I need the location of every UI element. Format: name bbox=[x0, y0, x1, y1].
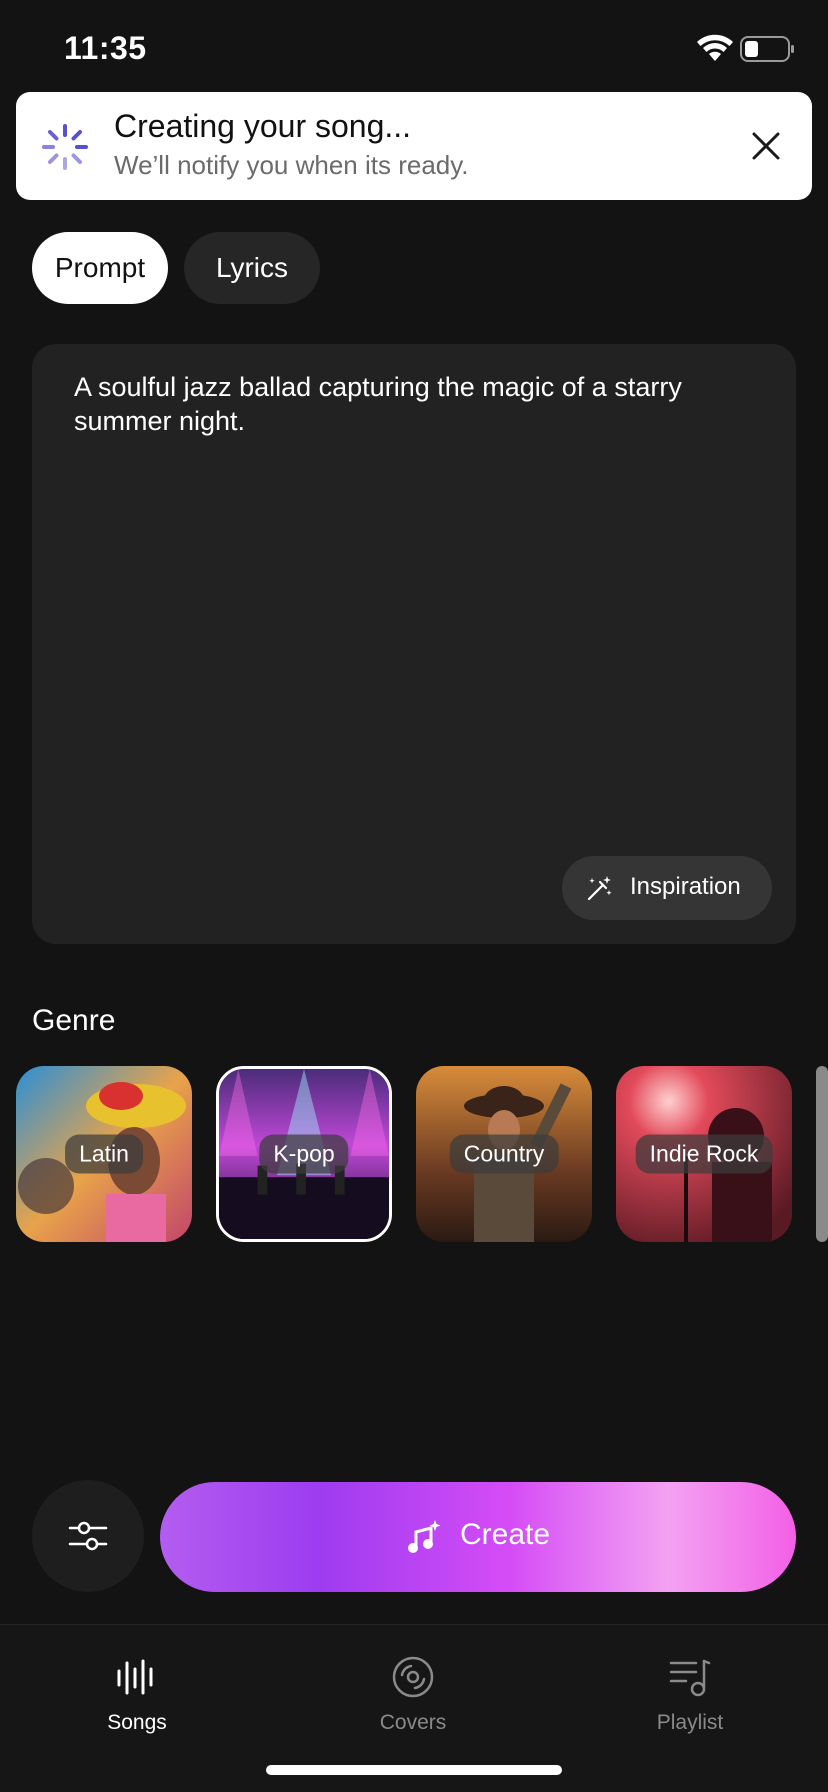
genre-label: Latin bbox=[65, 1134, 143, 1174]
nav-label: Playlist bbox=[656, 1711, 724, 1734]
create-label: Create bbox=[460, 1518, 551, 1551]
disc-icon bbox=[392, 1656, 434, 1698]
genre-section-title: Genre bbox=[32, 1004, 116, 1037]
genre-partial-image bbox=[816, 1066, 828, 1242]
battery-icon bbox=[740, 36, 794, 62]
prompt-text[interactable]: A soulful jazz ballad capturing the magi… bbox=[74, 370, 764, 438]
nav-item-playlist[interactable]: Playlist bbox=[610, 1641, 770, 1751]
create-button[interactable]: Create bbox=[160, 1482, 796, 1592]
genre-card-indie-rock[interactable]: Indie Rock bbox=[616, 1066, 792, 1242]
status-time: 11:35 bbox=[64, 30, 147, 66]
magic-wand-icon bbox=[587, 876, 612, 901]
genre-label: Country bbox=[449, 1134, 559, 1174]
spinner-icon bbox=[42, 124, 88, 170]
status-bar: 11:35 bbox=[0, 0, 828, 92]
music-sparkle-icon bbox=[408, 1520, 441, 1553]
genre-card-partial[interactable] bbox=[816, 1066, 828, 1242]
nav-item-covers[interactable]: Covers bbox=[333, 1641, 493, 1751]
genre-label: K-pop bbox=[259, 1134, 349, 1174]
sliders-icon bbox=[68, 1521, 108, 1551]
wifi-icon bbox=[697, 34, 733, 61]
genre-label: Indie Rock bbox=[635, 1134, 773, 1174]
toast-subtitle: We’ll notify you when its ready. bbox=[114, 150, 469, 180]
inspiration-button[interactable]: Inspiration bbox=[562, 856, 772, 920]
toast-title: Creating your song... bbox=[114, 108, 412, 144]
genre-card-latin[interactable]: Latin bbox=[16, 1066, 192, 1242]
nav-label: Covers bbox=[379, 1711, 447, 1734]
waveform-icon bbox=[117, 1659, 153, 1695]
nav-item-songs[interactable]: Songs bbox=[57, 1641, 217, 1751]
inspiration-label: Inspiration bbox=[630, 873, 741, 900]
nav-label: Songs bbox=[107, 1711, 167, 1734]
playlist-icon bbox=[669, 1659, 711, 1697]
settings-button[interactable] bbox=[32, 1480, 144, 1592]
genre-card-country[interactable]: Country bbox=[416, 1066, 592, 1242]
tab-prompt[interactable]: Prompt bbox=[32, 232, 168, 304]
tab-lyrics[interactable]: Lyrics bbox=[184, 232, 320, 304]
song-creator-screen: 11:35 Creating your song... We’ll notify… bbox=[0, 0, 828, 1792]
home-indicator bbox=[266, 1765, 562, 1775]
genre-card-kpop[interactable]: K-pop bbox=[216, 1066, 392, 1242]
close-icon[interactable] bbox=[748, 128, 784, 164]
